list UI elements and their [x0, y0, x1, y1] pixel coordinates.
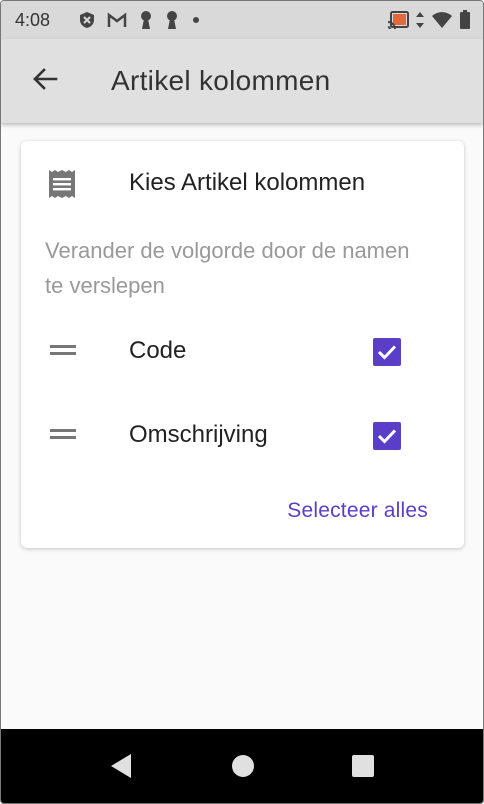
drag-handle-icon[interactable] [50, 427, 76, 441]
check-icon [377, 429, 397, 444]
navigation-bar [1, 729, 483, 803]
back-triangle-icon[interactable] [109, 753, 133, 784]
arrow-back-icon [32, 67, 58, 96]
column-label: Omschrijving [129, 421, 268, 448]
receipt-icon [48, 169, 76, 204]
column-card: Kies Artikel kolommen Verander de volgor… [21, 141, 464, 548]
back-button[interactable] [17, 53, 73, 109]
dot-icon [191, 15, 201, 25]
status-bar: 4:08 [1, 1, 483, 39]
recents-square-icon[interactable] [351, 753, 375, 784]
card-title: Kies Artikel kolommen [129, 169, 366, 196]
app-bar: Artikel kolommen [1, 39, 483, 123]
column-label: Code [129, 337, 187, 364]
wifi-icon [431, 11, 453, 29]
page-title: Artikel kolommen [111, 65, 331, 96]
gmail-icon [107, 12, 127, 28]
home-circle-icon[interactable] [231, 753, 255, 784]
column-row-code[interactable]: Code [21, 321, 464, 381]
column-checkbox[interactable] [373, 422, 401, 450]
phone-screen: 4:08 Artikel kolommen Kies Artikel kolom… [0, 0, 484, 804]
keyhole-icon [139, 10, 153, 30]
drag-handle-icon[interactable] [50, 343, 76, 357]
status-icons-right [387, 10, 471, 30]
status-time: 4:08 [15, 9, 51, 30]
status-icons-left [79, 10, 201, 30]
card-header: Kies Artikel kolommen [21, 141, 464, 225]
column-row-omschrijving[interactable]: Omschrijving [21, 405, 464, 465]
cast-icon [387, 11, 409, 29]
data-arrows-icon [415, 11, 425, 29]
select-all-button[interactable]: Selecteer alles [287, 499, 428, 523]
check-icon [377, 345, 397, 360]
column-checkbox[interactable] [373, 338, 401, 366]
shield-icon [79, 11, 95, 29]
keyhole-icon [165, 10, 179, 30]
helper-text: Verander de volgorde door de namen te ve… [45, 238, 410, 298]
battery-icon [459, 10, 471, 30]
